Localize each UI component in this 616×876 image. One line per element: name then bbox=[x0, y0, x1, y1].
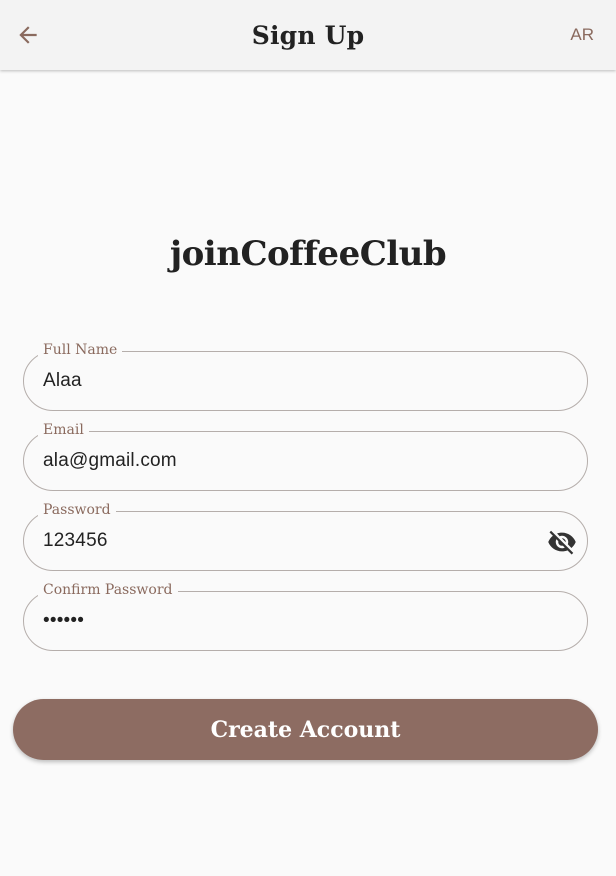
language-toggle-button[interactable]: AR bbox=[570, 25, 594, 45]
confirm-password-input[interactable]: •••••• bbox=[43, 609, 84, 633]
password-field[interactable]: Password 123456 bbox=[23, 501, 588, 571]
full-name-input[interactable]: Alaa bbox=[43, 369, 82, 393]
app-bar: Sign Up AR bbox=[0, 0, 616, 70]
full-name-field[interactable]: Full Name Alaa bbox=[23, 341, 588, 411]
full-name-label: Full Name bbox=[38, 341, 123, 359]
email-field[interactable]: Email ala@gmail.com bbox=[23, 421, 588, 491]
create-account-label: Create Account bbox=[210, 716, 401, 743]
confirm-password-label: Confirm Password bbox=[38, 581, 178, 599]
arrow-left-icon bbox=[19, 26, 37, 44]
password-input[interactable]: 123456 bbox=[43, 529, 108, 553]
create-account-button[interactable]: Create Account bbox=[13, 699, 598, 760]
eye-off-icon[interactable] bbox=[547, 527, 577, 557]
brand-heading: joinCoffeeClub bbox=[169, 234, 447, 274]
page-title: Sign Up bbox=[251, 20, 365, 50]
email-label: Email bbox=[38, 421, 89, 439]
confirm-password-field[interactable]: Confirm Password •••••• bbox=[23, 581, 588, 651]
email-input[interactable]: ala@gmail.com bbox=[43, 449, 177, 473]
password-label: Password bbox=[38, 501, 116, 519]
back-button[interactable] bbox=[12, 19, 44, 51]
